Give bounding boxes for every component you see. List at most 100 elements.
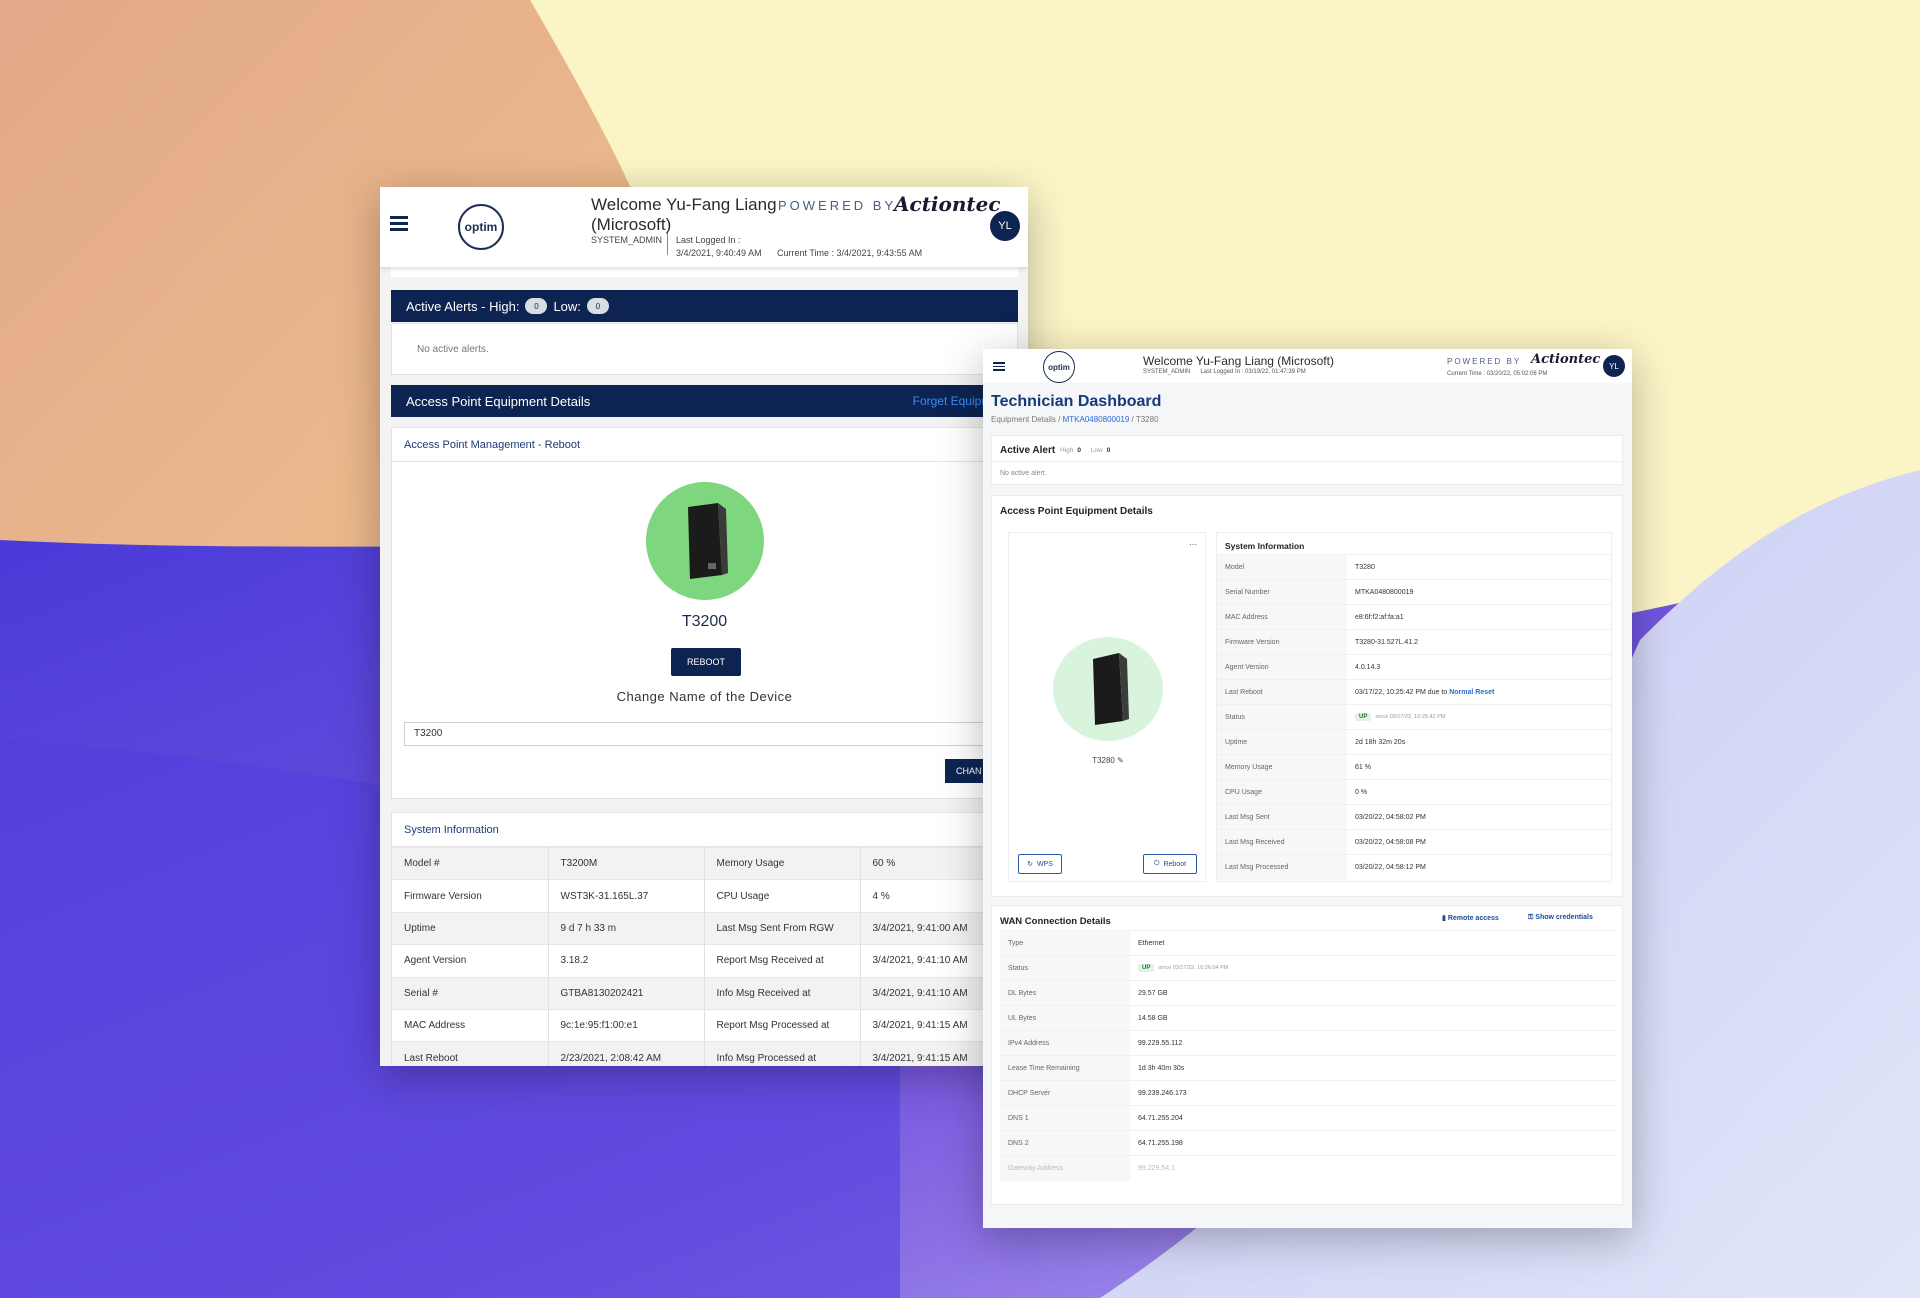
hamburger-menu-icon[interactable] [993, 362, 1005, 371]
field-value: 4.0.14.3 [1347, 654, 1611, 680]
ap-details-title: Access Point Equipment Details [406, 393, 591, 409]
table-row: Uptime 2d 18h 32m 20s [1217, 729, 1611, 755]
table-row: Last Msg Processed 03/20/22, 04:58:12 PM [1217, 854, 1611, 880]
status-badge: UP [1138, 964, 1155, 972]
field-label: Last Msg Processed [1217, 854, 1347, 880]
table-row: Memory Usage 61 % [1217, 754, 1611, 780]
table-row: Last Reboot 03/17/22, 10:25:42 PM due to … [1217, 679, 1611, 705]
no-alerts-text: No active alerts. [417, 344, 489, 355]
breadcrumb-serial[interactable]: MTKA0480800019 [1063, 415, 1130, 424]
device-name-input[interactable]: T3200 [404, 722, 1024, 746]
ap-management-title: Access Point Management - Reboot [404, 439, 581, 451]
table-row: Last Msg Sent 03/20/22, 04:58:02 PM [1217, 804, 1611, 830]
reboot-button[interactable]: REBOOT [671, 648, 741, 676]
table-row: MAC Address e8:6f:f2:af:fa:a1 [1217, 604, 1611, 630]
field-label: DHCP Server [1000, 1080, 1130, 1106]
change-name-label: Change Name of the Device [616, 689, 793, 704]
breadcrumb-root[interactable]: Equipment Details [991, 415, 1056, 424]
field-label: Gateway Address [1000, 1155, 1130, 1181]
field-label: Last Msg Sent [1217, 804, 1347, 830]
more-options-icon[interactable]: ... [1189, 537, 1197, 548]
field-value: e8:6f:f2:af:fa:a1 [1347, 604, 1611, 630]
field-value: 03/17/22, 10:25:42 PM due to Normal Rese… [1347, 679, 1611, 705]
table-cell: Uptime [392, 911, 549, 945]
dashboard-window-legacy: optim Welcome Yu-Fang Liang (Microsoft) … [380, 187, 1028, 1066]
field-label: Serial Number [1217, 579, 1347, 605]
divider [667, 233, 668, 255]
device-card: ... T3280 ✎ ↻ WPS ⏻ Reboot [1008, 532, 1206, 882]
divider [392, 461, 1017, 462]
field-label: Last Msg Received [1217, 829, 1347, 855]
field-value: 64.71.255.198 [1130, 1130, 1616, 1156]
alerts-low-label: Low: [553, 298, 581, 314]
actiontec-logo: Actiontec [1531, 352, 1601, 367]
table-cell: Firmware Version [392, 879, 549, 913]
reboot-button[interactable]: ⏻ Reboot [1143, 854, 1197, 874]
field-value: 29.57 GB [1130, 980, 1616, 1006]
field-value: MTKA0480800019 [1347, 579, 1611, 605]
ap-details-title: Access Point Equipment Details [1000, 506, 1153, 517]
field-label: Uptime [1217, 729, 1347, 755]
table-cell: Memory Usage [704, 846, 861, 880]
field-value: 61 % [1347, 754, 1611, 780]
status-since: since 03/17/22, 10:26:04 PM [1158, 965, 1229, 971]
high-label: High [1060, 447, 1074, 454]
optim-logo: optim [1043, 351, 1075, 383]
scrolled-content-edge [391, 267, 1018, 277]
field-value: UP since 03/17/22, 10:25:42 PM [1347, 704, 1611, 730]
active-alert-panel: Active Alert High 0 Low 0 No active alert. [991, 435, 1623, 485]
app-header: optim Welcome Yu-Fang Liang (Microsoft) … [983, 349, 1632, 383]
table-row: DNS 1 64.71.255.204 [1000, 1105, 1616, 1131]
table-cell: Last Reboot [392, 1041, 549, 1066]
wps-button[interactable]: ↻ WPS [1018, 854, 1062, 874]
table-row: Gateway Address 99.229.54.1 [1000, 1155, 1616, 1181]
remote-access-button[interactable]: ▮ Remote access [1442, 914, 1499, 922]
table-cell: 9c:1e:95:f1:00:e1 [548, 1008, 705, 1042]
key-icon: ⚿ [1528, 914, 1534, 921]
user-role: SYSTEM_ADMIN [1143, 369, 1191, 375]
router-icon [688, 503, 728, 579]
avatar[interactable]: YL [990, 211, 1020, 241]
field-value: 1d 3h 40m 30s [1130, 1055, 1616, 1081]
field-value: 2d 18h 32m 20s [1347, 729, 1611, 755]
table-cell: Report Msg Received at [704, 944, 861, 978]
field-label: UL Bytes [1000, 1005, 1130, 1031]
breadcrumb-model: T3280 [1135, 415, 1159, 424]
user-meta: SYSTEM_ADMIN Last Logged In : 03/19/22, 0… [1143, 369, 1306, 375]
reboot-label: Reboot [1163, 860, 1187, 868]
power-icon: ⏻ [1153, 860, 1160, 867]
low-label: Low [1090, 447, 1103, 454]
system-info-title: System Information [1225, 541, 1305, 551]
table-row: Serial Number MTKA0480800019 [1217, 579, 1611, 605]
router-image [646, 482, 764, 600]
show-credentials-button[interactable]: ⚿ Show credentials [1528, 914, 1593, 922]
main-content: Technician Dashboard Equipment Details /… [983, 383, 1632, 1228]
ap-management-panel: Access Point Management - Reboot T3200 R… [391, 427, 1025, 799]
field-value: 0 % [1347, 779, 1611, 805]
current-time: Current Time : 3/4/2021, 9:43:55 AM [777, 248, 923, 258]
field-value: T3280-31.527L.41.2 [1347, 629, 1611, 655]
remote-icon: ▮ [1442, 915, 1446, 922]
powered-by-label: POWERED BY [778, 198, 897, 213]
table-row: Status UP since 03/17/22, 10:26:04 PM [1000, 955, 1616, 981]
table-row: DL Bytes 29.57 GB [1000, 980, 1616, 1006]
table-cell: Report Msg Processed at [704, 1008, 861, 1042]
powered-by-label: POWERED BY [1447, 357, 1522, 366]
reboot-reason-link[interactable]: Normal Reset [1449, 689, 1494, 696]
table-row: Firmware Version WST3K-31.165L.37 CPU Us… [392, 879, 1017, 913]
avatar[interactable]: YL [1603, 355, 1625, 377]
hamburger-menu-icon[interactable] [390, 216, 408, 231]
actiontec-logo: Actiontec [894, 192, 1001, 216]
table-row: Last Reboot 2/23/2021, 2:08:42 AM Info M… [392, 1041, 1017, 1066]
welcome-text: Welcome Yu-Fang Liang (Microsoft) [1143, 354, 1334, 368]
field-label: DNS 1 [1000, 1105, 1130, 1131]
field-label: Last Reboot [1217, 679, 1347, 705]
table-row: Status UP since 03/17/22, 10:25:42 PM [1217, 704, 1611, 730]
user-role: SYSTEM_ADMIN [591, 235, 663, 245]
table-cell: Agent Version [392, 944, 549, 978]
field-label: Firmware Version [1217, 629, 1347, 655]
edit-pencil-icon[interactable]: ✎ [1117, 756, 1124, 765]
field-label: Lease Time Remaining [1000, 1055, 1130, 1081]
table-row: UL Bytes 14.58 GB [1000, 1005, 1616, 1031]
field-value: 64.71.255.204 [1130, 1105, 1616, 1131]
